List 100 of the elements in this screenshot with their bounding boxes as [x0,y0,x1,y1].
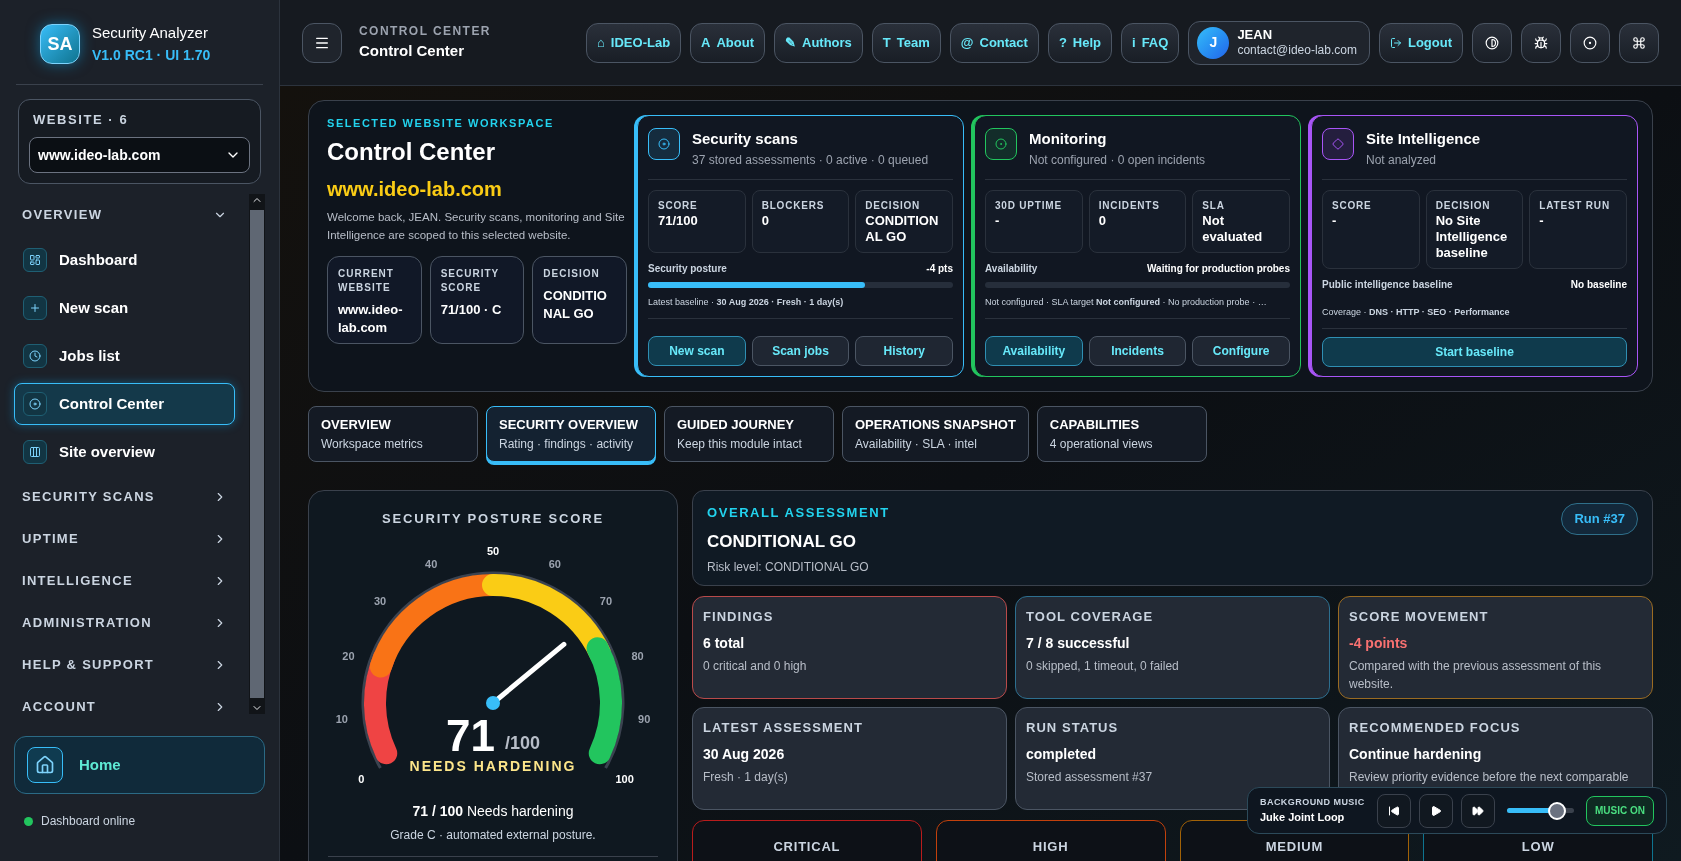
module-subtitle: Not analyzed [1366,151,1438,169]
workspace-title: Control Center [327,136,496,167]
stat-value: 71/100 · C [440,300,503,319]
menu-button[interactable] [302,22,342,63]
tile-label: RECOMMENDED FOCUS [1349,719,1522,737]
fast-forward-button[interactable] [1460,793,1495,828]
gauge-tick-label: 30 [373,594,387,607]
nav-link[interactable]: ? Help [1047,22,1112,63]
tile-label: RUN STATUS [1026,719,1120,737]
command-button[interactable] [1619,22,1659,63]
music-label: BACKGROUND MUSIC [1260,795,1365,809]
gauge-tick-label: 40 [425,557,438,570]
module-button[interactable]: Configure [1192,336,1290,366]
metric-value: CONDITIONAL GO [865,212,940,245]
disc-icon [658,138,670,150]
section-header[interactable]: UPTIME [14,518,235,560]
user-avatar: J [1197,26,1230,59]
logout-button[interactable]: Logout [1378,22,1463,63]
metric-value: 71/100 [658,212,699,229]
section-header[interactable]: SECURITY SCANS [14,476,235,518]
home-button[interactable]: Home [14,736,265,794]
previous-icon [1387,804,1400,817]
nav-link[interactable]: ⌂ IDEO-Lab [586,22,682,63]
tile-detail: Compared with the previous assessment of this website. [1349,657,1603,693]
metric-label: SLA [1202,198,1226,213]
workspace-domain: www.ideo-lab.com [327,176,503,202]
gauge-score: 71 [446,710,495,760]
needle-hub [486,695,500,710]
severity-label: HIGH [1032,838,1069,856]
metric-label: SCORE [658,198,699,213]
section-header[interactable]: INTELLIGENCE [14,560,235,602]
circle-button[interactable] [1570,22,1610,63]
bug-icon [1534,35,1548,50]
section-header[interactable]: ACCOUNT [14,686,235,728]
logout-icon [1389,36,1402,49]
gauge-tick-label: 50 [486,544,500,557]
stat-value: CONDITIONAL GO [543,286,608,323]
metric-label: SCORE [1332,198,1373,213]
nav-item[interactable]: Jobs list [14,335,235,377]
stat-label: CURRENT WEBSITE [338,266,395,295]
contrast-button[interactable] [1472,22,1512,63]
gauge-tick-label: 90 [638,712,651,725]
metric-value: - [995,212,1001,229]
user-chip[interactable]: J JEAN contact@ideo-lab.com [1188,20,1370,65]
bug-button[interactable] [1521,22,1561,63]
volume-thumb [1548,801,1567,820]
section-header[interactable]: HELP & SUPPORT [14,644,235,686]
dot-icon [995,138,1007,150]
nav-link[interactable]: A About [690,22,765,63]
module-button[interactable]: Scan jobs [751,336,850,366]
gauge-tick-label: 10 [335,712,348,725]
nav-link[interactable]: i FAQ [1121,22,1180,63]
play-button[interactable] [1418,793,1453,828]
columns-icon [29,446,41,458]
status-text: Dashboard online [41,813,136,830]
assessment-eyebrow: OVERALL ASSESSMENT [707,504,890,522]
section-header[interactable]: ADMINISTRATION [14,602,235,644]
website-select[interactable]: www.ideo-lab.com [29,137,250,173]
module-button[interactable]: Start baseline [1322,336,1627,367]
module-title: Security scans [692,129,799,149]
module-title: Monitoring [1029,129,1108,149]
module-button[interactable]: History [855,336,953,366]
gauge-tick-label: 0 [358,772,365,785]
page-eyebrow: CONTROL CENTER [359,23,491,41]
volume-slider[interactable] [1506,800,1574,821]
circle-dot-icon [1583,35,1597,50]
severity-label: MEDIUM [1265,838,1324,856]
module-button[interactable]: Availability [985,336,1083,366]
progress-label: Security posture [648,262,727,276]
gauge-title: SECURITY POSTURE SCORE [382,510,604,528]
nav-item[interactable]: Site overview [14,431,235,473]
user-name: JEAN [1237,26,1274,44]
user-email: contact@ideo-lab.com [1237,43,1357,59]
tab[interactable]: OVERVIEW Workspace metrics [308,406,478,462]
tab[interactable]: CAPABILITIES 4 operational views [1036,406,1207,462]
nav-item[interactable]: New scan [14,287,235,329]
nav-item[interactable]: Dashboard [14,239,235,281]
section-header[interactable]: OVERVIEW [14,194,235,236]
track-name: Juke Joint Loop [1260,810,1346,825]
tab[interactable]: SECURITY OVERVIEW Rating · findings · activity [486,406,656,462]
module-button[interactable]: Incidents [1088,336,1187,366]
dashboard-icon [29,254,41,266]
metric-value: No Site Intelligence baseline [1435,212,1509,262]
music-toggle[interactable]: MUSIC ON [1586,795,1654,826]
module-button[interactable]: New scan [648,336,746,366]
tile-value: Continue hardening [1349,744,1483,764]
progress-reading: Waiting for production probes [1147,262,1290,276]
clock-icon [29,350,41,362]
progress-reading: -4 pts [926,262,953,276]
gauge-tick-label: 20 [342,649,355,662]
previous-button[interactable] [1376,793,1411,828]
metric-label: 30D UPTIME [995,198,1063,213]
metric-label: DECISION [865,198,922,213]
tab[interactable]: GUIDED JOURNEY Keep this module intact [664,406,834,462]
nav-link[interactable]: ✎ Authors [774,22,863,63]
nav-link[interactable]: T Team [871,22,941,63]
tile-value: -4 points [1349,633,1409,653]
nav-link[interactable]: @ Contact [949,22,1039,63]
nav-item[interactable]: Control Center [14,383,235,425]
tab[interactable]: OPERATIONS SNAPSHOT Availability · SLA · intel [842,406,1029,462]
